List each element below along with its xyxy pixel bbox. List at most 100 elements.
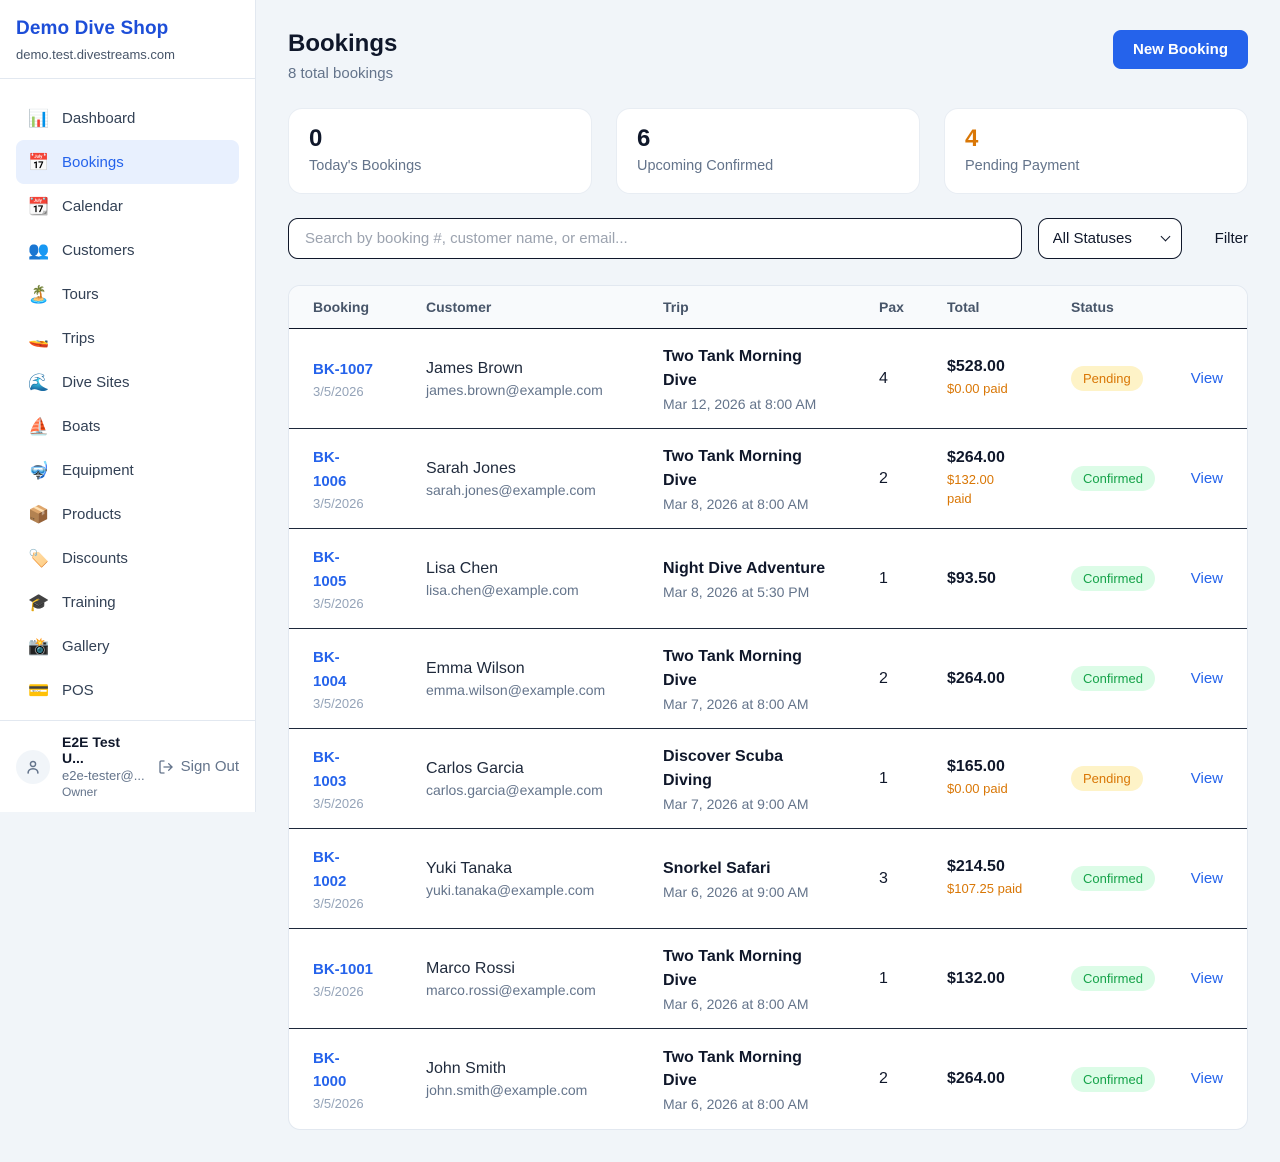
pax-cell: 1 [879, 970, 947, 988]
total-amount: $93.50 [947, 570, 1071, 588]
view-link[interactable]: View [1191, 870, 1223, 887]
customer-email: sarah.jones@example.com [426, 482, 663, 498]
pax-cell: 2 [879, 470, 947, 488]
view-link[interactable]: View [1191, 370, 1223, 387]
trip-cell: Two Tank MorningDive Mar 8, 2026 at 8:00… [663, 445, 879, 511]
new-booking-button[interactable]: New Booking [1113, 30, 1248, 69]
total-amount: $264.00 [947, 449, 1071, 467]
trip-datetime: Mar 12, 2026 at 8:00 AM [663, 396, 879, 412]
trip-datetime: Mar 6, 2026 at 8:00 AM [663, 996, 879, 1012]
graduation-cap-icon: 🎓 [28, 594, 48, 611]
sidebar-item-equipment[interactable]: 🤿 Equipment [16, 448, 239, 492]
sidebar-item-gallery[interactable]: 📸 Gallery [16, 624, 239, 668]
booking-id-link[interactable]: BK-1003 [313, 746, 426, 793]
booking-date: 3/5/2026 [313, 596, 426, 611]
customer-email: yuki.tanaka@example.com [426, 882, 663, 898]
status-badge: Confirmed [1071, 866, 1155, 891]
sidebar-item-boats[interactable]: ⛵ Boats [16, 404, 239, 448]
total-amount: $214.50 [947, 858, 1071, 876]
status-cell: Confirmed [1071, 566, 1189, 591]
search-input[interactable] [288, 218, 1022, 259]
booking-date: 3/5/2026 [313, 1096, 426, 1111]
booking-id-link[interactable]: BK-1001 [313, 958, 426, 981]
sidebar-item-label: Discounts [62, 550, 128, 567]
booking-id-link[interactable]: BK-1005 [313, 546, 426, 593]
booking-id-link[interactable]: BK-1000 [313, 1047, 426, 1094]
total-amount: $528.00 [947, 358, 1071, 376]
sidebar-item-dive-sites[interactable]: 🌊 Dive Sites [16, 360, 239, 404]
booking-id-link[interactable]: BK-1007 [313, 358, 426, 381]
tear-off-calendar-icon: 📆 [28, 198, 48, 215]
table-row: BK-1003 3/5/2026 Carlos Garcia carlos.ga… [289, 729, 1247, 829]
sidebar-item-training[interactable]: 🎓 Training [16, 580, 239, 624]
trip-cell: Night Dive Adventure Mar 8, 2026 at 5:30… [663, 557, 879, 600]
trip-datetime: Mar 7, 2026 at 9:00 AM [663, 796, 879, 812]
stat-value: 6 [637, 125, 899, 153]
sidebar-item-discounts[interactable]: 🏷️ Discounts [16, 536, 239, 580]
stat-value: 0 [309, 125, 571, 153]
booking-date: 3/5/2026 [313, 384, 426, 399]
sidebar-item-label: Gallery [62, 638, 110, 655]
customer-name: Marco Rossi [426, 960, 663, 978]
logout-icon [158, 759, 174, 775]
status-filter-select[interactable]: All Statuses [1038, 218, 1182, 259]
booking-id-link[interactable]: BK-1004 [313, 646, 426, 693]
status-badge: Confirmed [1071, 466, 1155, 491]
trip-name: Two Tank MorningDive [663, 345, 879, 391]
sidebar-item-label: POS [62, 682, 94, 699]
status-badge: Confirmed [1071, 566, 1155, 591]
view-link[interactable]: View [1191, 570, 1223, 587]
sidebar-item-tours[interactable]: 🏝️ Tours [16, 272, 239, 316]
table-row: BK-1001 3/5/2026 Marco Rossi marco.rossi… [289, 929, 1247, 1029]
booking-id-link[interactable]: BK-1002 [313, 846, 426, 893]
sidebar-item-label: Customers [62, 242, 135, 259]
sidebar-item-customers[interactable]: 👥 Customers [16, 228, 239, 272]
customer-email: marco.rossi@example.com [426, 982, 663, 998]
booking-date: 3/5/2026 [313, 796, 426, 811]
sidebar-item-label: Bookings [62, 154, 124, 171]
sidebar-item-dashboard[interactable]: 📊 Dashboard [16, 96, 239, 140]
pax-cell: 1 [879, 770, 947, 788]
booking-id-link[interactable]: BK-1006 [313, 446, 426, 493]
sidebar-item-calendar[interactable]: 📆 Calendar [16, 184, 239, 228]
view-link[interactable]: View [1191, 970, 1223, 987]
view-link[interactable]: View [1191, 1070, 1223, 1087]
sidebar-item-label: Training [62, 594, 116, 611]
sidebar-user-section: E2E Test U... e2e-tester@... Owner Sign … [0, 720, 255, 812]
status-badge: Confirmed [1071, 1067, 1155, 1092]
trip-datetime: Mar 6, 2026 at 8:00 AM [663, 1096, 879, 1112]
trip-cell: Two Tank MorningDive Mar 7, 2026 at 8:00… [663, 645, 879, 711]
sidebar-item-trips[interactable]: 🚤 Trips [16, 316, 239, 360]
trip-name: Two Tank MorningDive [663, 945, 879, 991]
bookings-table: Booking Customer Trip Pax Total Status B… [288, 285, 1248, 1130]
trip-name: Two Tank MorningDive [663, 1046, 879, 1092]
user-meta: E2E Test U... e2e-tester@... Owner [62, 734, 146, 799]
filter-button[interactable]: Filter [1215, 230, 1248, 247]
total-cell: $264.00 $132.00paid [947, 449, 1071, 509]
customer-cell: John Smith john.smith@example.com [426, 1060, 663, 1098]
total-cell: $214.50 $107.25 paid [947, 858, 1071, 899]
sidebar-item-pos[interactable]: 💳 POS [16, 668, 239, 712]
shop-domain: demo.test.divestreams.com [16, 47, 239, 62]
table-row: BK-1005 3/5/2026 Lisa Chen lisa.chen@exa… [289, 529, 1247, 629]
wave-icon: 🌊 [28, 374, 48, 391]
status-select-wrap: All Statuses [1038, 218, 1182, 259]
view-link[interactable]: View [1191, 470, 1223, 487]
booking-date: 3/5/2026 [313, 696, 426, 711]
trip-name: Discover ScubaDiving [663, 745, 879, 791]
total-cell: $264.00 [947, 1070, 1071, 1088]
customer-cell: Emma Wilson emma.wilson@example.com [426, 660, 663, 698]
sidebar-item-bookings[interactable]: 📅 Bookings [16, 140, 239, 184]
sidebar-item-products[interactable]: 📦 Products [16, 492, 239, 536]
view-link[interactable]: View [1191, 770, 1223, 787]
status-cell: Confirmed [1071, 866, 1189, 891]
trip-datetime: Mar 7, 2026 at 8:00 AM [663, 696, 879, 712]
sign-out-button[interactable]: Sign Out [158, 758, 239, 775]
status-badge: Pending [1071, 366, 1143, 391]
view-link[interactable]: View [1191, 670, 1223, 687]
actions-cell: View [1189, 970, 1223, 988]
customer-name: James Brown [426, 360, 663, 378]
table-row: BK-1006 3/5/2026 Sarah Jones sarah.jones… [289, 429, 1247, 529]
customer-cell: Lisa Chen lisa.chen@example.com [426, 560, 663, 598]
stat-label: Today's Bookings [309, 158, 571, 174]
